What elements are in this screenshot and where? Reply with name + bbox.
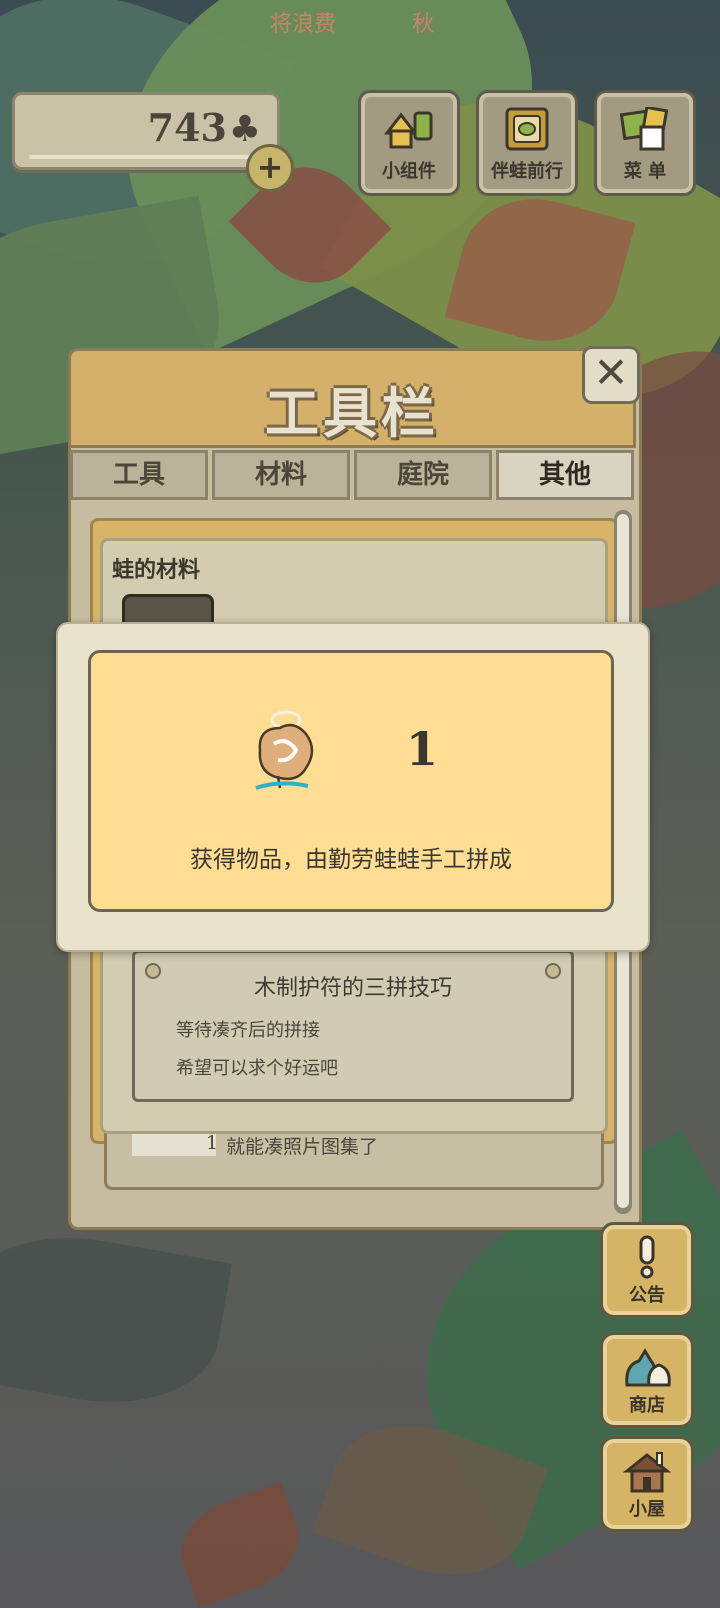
tab-other[interactable]: 其他 [496,450,634,500]
clover-amount: 743 [147,105,227,150]
item-count: 1 [206,1132,219,1154]
clover-icon: ♣ [228,109,261,150]
counter-underline [29,155,259,159]
section-title: 蛙的材料 [112,558,201,583]
wooden-charm-icon [255,710,314,790]
shop-button[interactable]: 商店 [600,1332,694,1428]
menu-button[interactable]: 菜 单 [594,90,696,196]
item-quantity: 1 [406,722,439,776]
item-description: 就能凑照片图集了 [226,1136,379,1158]
toolbar-title: 工具栏 [265,382,439,445]
house-label: 小屋 [629,1499,665,1520]
widget-label: 小组件 [382,161,436,182]
clover-counter: 743 ♣ [12,92,280,170]
frog-journey-icon [505,107,549,151]
add-clover-button[interactable]: + [246,144,294,192]
note-title: 木制护符的三拼技巧 [253,976,452,1001]
shop-bags-icon [625,1348,671,1387]
close-button[interactable]: ✕ [582,346,640,404]
exclamation-icon [639,1235,655,1279]
menu-icon [619,107,669,151]
note-line: 希望可以求个好运吧 [176,1058,338,1079]
widget-button[interactable]: 小组件 [358,90,460,196]
notice-button[interactable]: 公告 [600,1222,694,1318]
season-label: 秋 [412,12,435,37]
note-line: 等待凑齐后的拼接 [176,1020,320,1041]
popup-message: 获得物品，由勤劳蛙蛙手工拼成 [190,847,512,873]
house-icon [623,1452,671,1493]
toolbar-header: 工具栏 [68,348,636,448]
frog-journey-button[interactable]: 伴蛙前行 [476,90,578,196]
tab-materials[interactable]: 材料 [212,450,350,500]
notice-label: 公告 [629,1285,665,1306]
close-icon: ✕ [593,348,629,397]
tab-yard[interactable]: 庭院 [354,450,492,500]
widget-icon [383,111,433,149]
frog-journey-label: 伴蛙前行 [491,161,563,182]
tab-tools[interactable]: 工具 [70,450,208,500]
house-button[interactable]: 小屋 [600,1436,694,1532]
shop-label: 商店 [629,1395,665,1416]
header-text: 将浪费 [270,12,337,37]
menu-label: 菜 单 [623,161,667,182]
